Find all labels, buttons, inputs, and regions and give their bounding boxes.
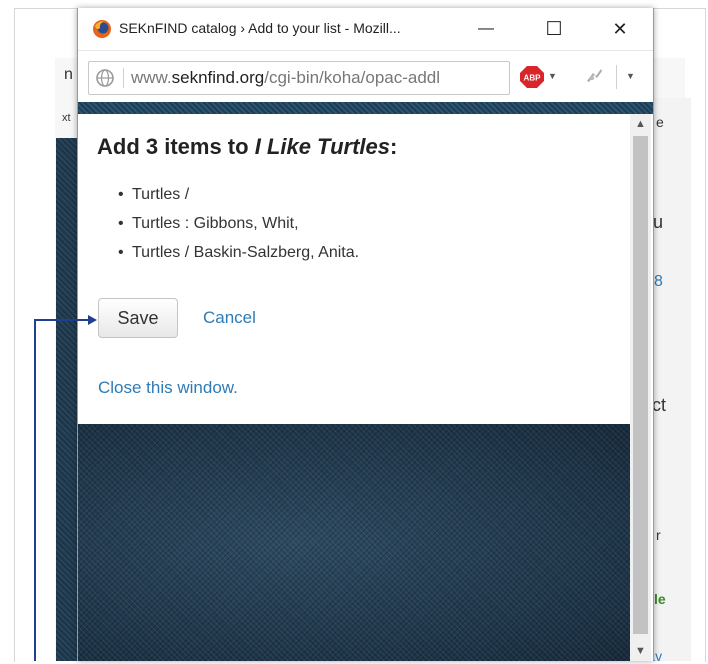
url-domain: seknfind.org	[171, 68, 265, 87]
background-fabric-strip	[56, 138, 77, 661]
abp-dropdown-icon[interactable]: ▼	[548, 71, 557, 81]
background-fragment: e	[656, 114, 664, 130]
abp-icon[interactable]: ABP	[520, 66, 544, 88]
window-titlebar[interactable]: SEKnFIND catalog › Add to your list - Mo…	[78, 8, 653, 50]
toolbar-separator	[616, 65, 617, 89]
item-list: Turtles / Turtles : Gibbons, Whit, Turtl…	[118, 186, 359, 273]
background-fragment: 8	[654, 273, 663, 290]
vertical-scrollbar[interactable]: ▲ ▼	[630, 114, 651, 661]
scroll-down-icon[interactable]: ▼	[630, 641, 651, 661]
background-fragment: r	[656, 527, 661, 543]
maximize-icon: ☐	[545, 18, 563, 40]
firefox-logo-icon	[93, 20, 111, 38]
minimize-icon: —	[478, 20, 494, 37]
url-text: www.seknfind.org/cgi-bin/koha/opac-addl	[131, 68, 503, 88]
extension-icon[interactable]	[583, 65, 605, 87]
url-separator	[123, 68, 124, 88]
url-path: /cgi-bin/koha/opac-addl	[264, 68, 441, 87]
cancel-link[interactable]: Cancel	[203, 308, 256, 328]
heading-suffix: :	[390, 134, 398, 159]
list-item: Turtles / Baskin-Salzberg, Anita.	[118, 244, 359, 273]
url-field[interactable]: www.seknfind.org/cgi-bin/koha/opac-addl	[88, 61, 510, 95]
menu-dropdown-icon[interactable]: ▼	[626, 71, 635, 81]
url-prefix: www.	[131, 68, 172, 87]
background-fragment: u	[653, 212, 664, 232]
list-name: I Like Turtles	[254, 134, 390, 159]
list-item: Turtles /	[118, 186, 359, 215]
dialog-content: Add 3 items to I Like Turtles: Turtles /…	[78, 114, 630, 424]
list-item: Turtles : Gibbons, Whit,	[118, 215, 359, 244]
close-icon: ✕	[612, 18, 628, 39]
abp-label: ABP	[524, 74, 542, 83]
popup-window: SEKnFIND catalog › Add to your list - Mo…	[77, 8, 654, 661]
address-bar: www.seknfind.org/cgi-bin/koha/opac-addl …	[78, 50, 653, 104]
background-fragment: xt	[62, 112, 71, 124]
fabric-header-strip	[78, 102, 653, 114]
fabric-background	[78, 424, 630, 661]
maximize-button[interactable]: ☐	[528, 8, 580, 50]
background-fragment: le	[654, 591, 666, 607]
dialog-heading: Add 3 items to I Like Turtles:	[97, 134, 397, 160]
background-fragment: ct	[652, 395, 667, 415]
background-fragment: n	[64, 66, 73, 83]
minimize-button[interactable]: —	[460, 8, 512, 50]
window-title: SEKnFIND catalog › Add to your list - Mo…	[119, 20, 401, 36]
heading-prefix: Add 3 items to	[97, 134, 255, 159]
close-window-button[interactable]: ✕	[594, 8, 646, 50]
globe-icon[interactable]	[95, 68, 115, 88]
background-column	[650, 98, 691, 661]
scroll-up-icon[interactable]: ▲	[630, 114, 651, 134]
close-window-link[interactable]: Close this window.	[98, 378, 238, 398]
save-button[interactable]: Save	[98, 298, 178, 338]
scroll-thumb[interactable]	[633, 136, 648, 634]
